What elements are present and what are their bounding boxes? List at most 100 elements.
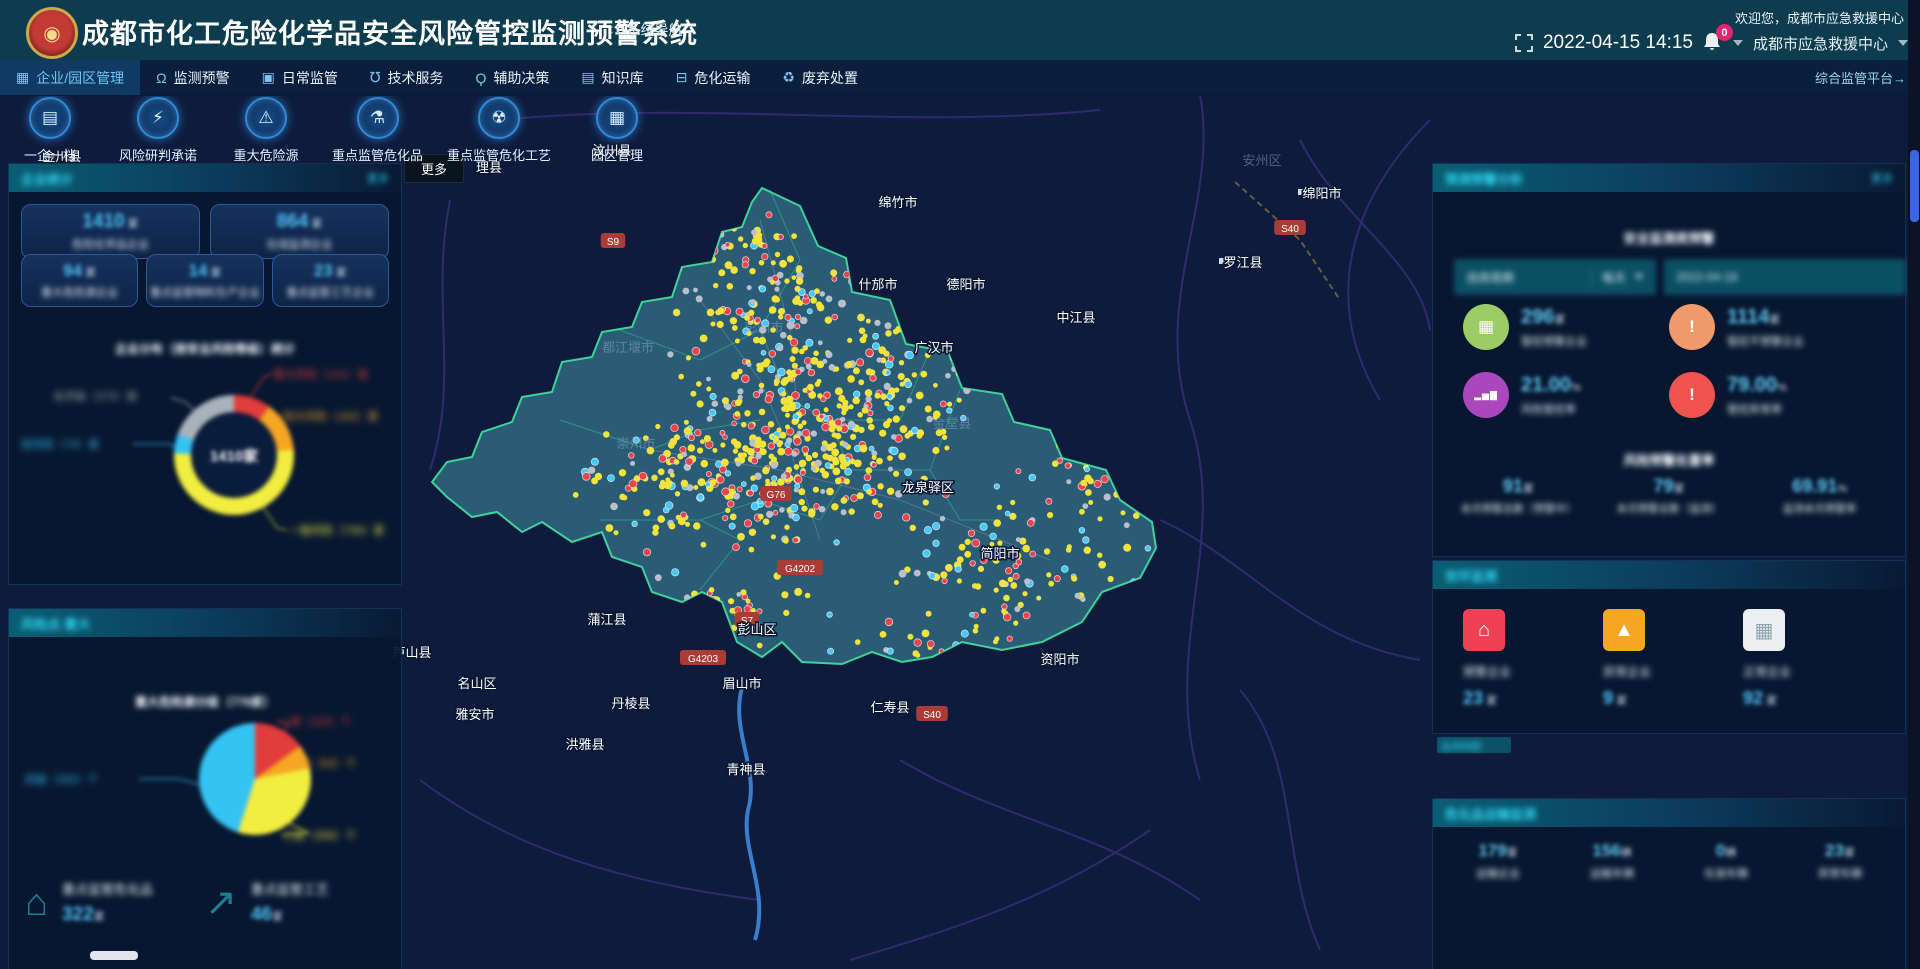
- enterprise-card-1[interactable]: 864 家在线监测企业: [210, 204, 389, 259]
- platform-link[interactable]: 综合监管平台→: [1815, 68, 1906, 87]
- enterprise-dot[interactable]: [885, 618, 893, 626]
- enterprise-dot[interactable]: [697, 400, 704, 407]
- enterprise-dot[interactable]: [848, 421, 855, 428]
- enterprise-dot[interactable]: [874, 320, 880, 326]
- enterprise-dot[interactable]: [759, 409, 766, 416]
- enterprise-dot[interactable]: [900, 382, 905, 387]
- enterprise-dot[interactable]: [672, 569, 679, 576]
- enterprise-dot[interactable]: [759, 286, 765, 292]
- enterprise-dot[interactable]: [725, 242, 730, 247]
- enterprise-dot[interactable]: [1084, 547, 1091, 554]
- enterprise-dot[interactable]: [831, 503, 838, 510]
- enterprise-dot[interactable]: [773, 510, 778, 515]
- enterprise-dot[interactable]: [914, 639, 922, 647]
- enterprise-dot[interactable]: [884, 401, 889, 406]
- enterprise-dot[interactable]: [643, 509, 650, 516]
- enterprise-dot[interactable]: [678, 374, 684, 380]
- bottom-scroll-indicator[interactable]: [90, 951, 138, 960]
- enterprise-dot[interactable]: [737, 487, 742, 492]
- enterprise-dot[interactable]: [790, 339, 798, 347]
- enterprise-dot[interactable]: [787, 322, 795, 330]
- enterprise-dot[interactable]: [862, 407, 868, 413]
- enterprise-dot[interactable]: [762, 467, 769, 474]
- enterprise-dot[interactable]: [700, 335, 708, 343]
- enterprise-dot[interactable]: [792, 451, 798, 457]
- nav-item-2[interactable]: ▣日常监管: [246, 60, 354, 95]
- enterprise-dot[interactable]: [669, 523, 676, 530]
- enterprise-card-4[interactable]: 23 家重点监管工艺企业: [272, 254, 389, 307]
- enterprise-dot[interactable]: [844, 478, 850, 484]
- enterprise-dot[interactable]: [744, 606, 751, 613]
- enterprise-dot[interactable]: [588, 467, 595, 474]
- enterprise-dot[interactable]: [749, 529, 756, 536]
- enterprise-dot[interactable]: [712, 448, 717, 453]
- enterprise-dot[interactable]: [595, 473, 602, 480]
- enterprise-dot[interactable]: [715, 310, 721, 316]
- enterprise-dot[interactable]: [685, 522, 690, 527]
- enterprise-dot[interactable]: [1024, 578, 1030, 584]
- enterprise-dot[interactable]: [766, 212, 772, 218]
- enterprise-dot[interactable]: [735, 339, 740, 344]
- enterprise-dot[interactable]: [1013, 621, 1018, 626]
- enterprise-dot[interactable]: [826, 488, 834, 496]
- enterprise-dot[interactable]: [957, 556, 964, 563]
- enterprise-dot[interactable]: [845, 468, 852, 475]
- enterprise-dot[interactable]: [777, 272, 784, 279]
- enterprise-dot[interactable]: [706, 377, 711, 382]
- enterprise-dot[interactable]: [1104, 494, 1111, 501]
- enterprise-dot[interactable]: [1054, 576, 1060, 582]
- enterprise-dot[interactable]: [683, 288, 690, 295]
- enterprise-dot[interactable]: [833, 468, 841, 476]
- enterprise-dot[interactable]: [731, 438, 738, 445]
- enterprise-dot[interactable]: [1014, 606, 1020, 612]
- enterprise-dot[interactable]: [957, 398, 962, 403]
- enterprise-dot[interactable]: [1016, 469, 1021, 474]
- enterprise-dot[interactable]: [957, 578, 962, 583]
- enterprise-dot[interactable]: [603, 431, 610, 438]
- enterprise-dot[interactable]: [835, 387, 843, 395]
- enterprise-dot[interactable]: [900, 425, 908, 433]
- enterprise-dot[interactable]: [785, 314, 791, 320]
- risk-stat-1[interactable]: ↗重点监管工艺46家: [205, 879, 385, 926]
- enterprise-dot[interactable]: [686, 484, 693, 491]
- enterprise-dot[interactable]: [1080, 597, 1085, 602]
- enterprise-dot[interactable]: [1046, 498, 1052, 504]
- enterprise-dot[interactable]: [681, 512, 687, 518]
- enterprise-dot[interactable]: [777, 428, 782, 433]
- enterprise-dot[interactable]: [827, 612, 833, 618]
- enterprise-dot[interactable]: [806, 339, 813, 346]
- enterprise-dot[interactable]: [675, 491, 680, 496]
- subnav-item-1[interactable]: ⚡风险研判承诺: [116, 97, 200, 164]
- enterprise-dot[interactable]: [821, 445, 828, 452]
- enterprise-dot[interactable]: [765, 500, 772, 507]
- enterprise-dot[interactable]: [761, 350, 766, 355]
- enterprise-dot[interactable]: [870, 375, 877, 382]
- period-select[interactable]: 选择周期 每天: [1455, 260, 1655, 294]
- enterprise-dot[interactable]: [910, 525, 916, 531]
- enterprise-dot[interactable]: [829, 420, 835, 426]
- enterprise-dot[interactable]: [807, 384, 814, 391]
- enterprise-dot[interactable]: [810, 297, 817, 304]
- enterprise-dot[interactable]: [1005, 568, 1011, 574]
- enterprise-dot[interactable]: [933, 383, 938, 388]
- enterprise-dot[interactable]: [832, 314, 838, 320]
- enterprise-dot[interactable]: [655, 574, 662, 581]
- enterprise-dot[interactable]: [737, 369, 743, 375]
- enterprise-dot[interactable]: [859, 445, 867, 453]
- enterprise-dot[interactable]: [674, 459, 680, 465]
- enterprise-dot[interactable]: [899, 360, 904, 365]
- enterprise-dot[interactable]: [864, 474, 871, 481]
- enterprise-dot[interactable]: [872, 343, 879, 350]
- enterprise-dot[interactable]: [757, 643, 763, 649]
- enterprise-dot[interactable]: [774, 378, 780, 384]
- fullscreen-icon[interactable]: [1515, 34, 1533, 52]
- enterprise-dot[interactable]: [866, 417, 873, 424]
- enterprise-dot[interactable]: [858, 379, 864, 385]
- enterprise-dot[interactable]: [837, 403, 842, 408]
- enterprise-dot[interactable]: [791, 347, 798, 354]
- enterprise-dot[interactable]: [1007, 636, 1012, 641]
- user-org[interactable]: 成都市应急救援中心: [1753, 33, 1888, 54]
- enterprise-dot[interactable]: [825, 463, 831, 469]
- enterprise-dot[interactable]: [718, 269, 725, 276]
- enterprise-dot[interactable]: [819, 291, 825, 297]
